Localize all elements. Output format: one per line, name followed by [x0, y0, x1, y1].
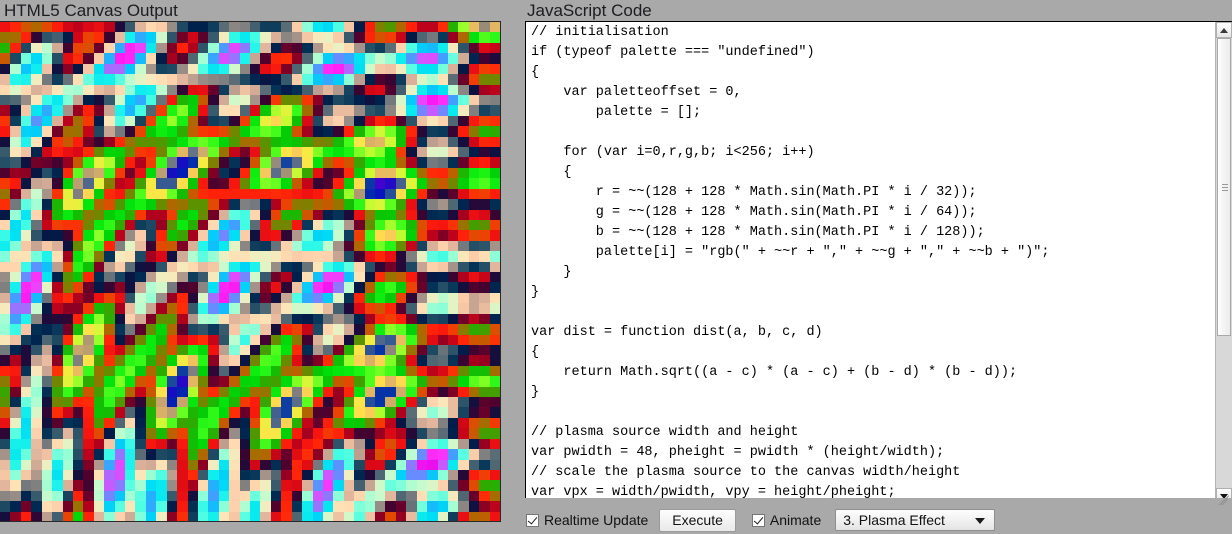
realtime-update-label: Realtime Update — [544, 512, 649, 528]
scrollbar-track[interactable] — [1216, 38, 1232, 488]
code-scroll-area[interactable]: // initialisation if (typeof palette ===… — [526, 22, 1215, 504]
canvas-output-pane: HTML5 Canvas Output — [0, 0, 510, 534]
chevron-down-icon — [975, 518, 986, 524]
scrollbar-thumb[interactable] — [1217, 38, 1231, 336]
horizontal-scroll-strip[interactable] — [525, 498, 1232, 505]
animate-label: Animate — [769, 512, 822, 528]
effect-select-value: 3. Plasma Effect — [843, 512, 945, 528]
chevron-up-icon — [1220, 27, 1228, 33]
code-editor-pane: JavaScript Code // initialisation if (ty… — [519, 0, 1232, 534]
scroll-up-button[interactable] — [1216, 22, 1232, 38]
code-vertical-scrollbar[interactable] — [1215, 22, 1232, 504]
canvas-playground-window: HTML5 Canvas Output JavaScript Code // i… — [0, 0, 1232, 534]
execute-button[interactable]: Execute — [659, 508, 736, 532]
code-editor-frame: // initialisation if (typeof palette ===… — [525, 21, 1232, 505]
javascript-code-title: JavaScript Code — [527, 1, 652, 20]
realtime-update-checkbox[interactable]: Realtime Update — [526, 512, 648, 528]
plasma-canvas[interactable] — [0, 22, 500, 521]
checkbox-checked-icon[interactable] — [526, 513, 539, 527]
animate-checkbox[interactable]: Animate — [751, 512, 822, 528]
control-bar: Realtime Update Execute Animate 3. Plasm… — [526, 508, 996, 532]
scrollbar-grip-icon — [1222, 184, 1228, 193]
code-text[interactable]: // initialisation if (typeof palette ===… — [531, 23, 1215, 504]
effect-select[interactable]: 3. Plasma Effect — [835, 509, 996, 531]
checkbox-checked-icon[interactable] — [751, 513, 765, 527]
canvas-output-title: HTML5 Canvas Output — [4, 1, 178, 20]
resize-grip-icon[interactable] — [1216, 489, 1232, 505]
canvas-frame — [0, 21, 501, 522]
